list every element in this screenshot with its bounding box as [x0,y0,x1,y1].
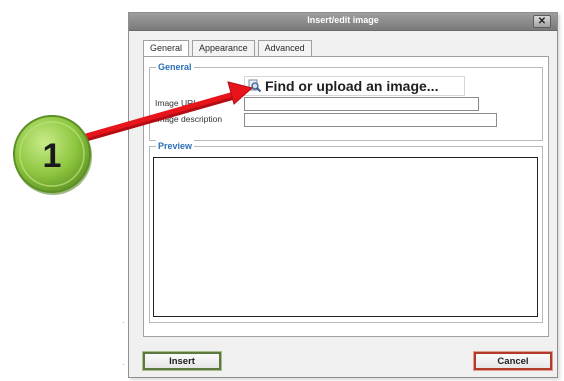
insert-button[interactable]: Insert [142,351,222,371]
dialog-titlebar[interactable]: Insert/edit image ✕ [129,13,557,31]
cancel-button[interactable]: Cancel [473,351,553,371]
image-preview-area [153,157,538,317]
image-url-label: Image URL [155,98,198,108]
image-description-label: Image description [155,114,223,124]
step-marker: 1 [13,115,92,195]
tab-advanced[interactable]: Advanced [257,40,312,56]
edge-mark: · [122,360,125,369]
tab-general[interactable]: General [143,40,190,57]
find-upload-image-button[interactable]: Find or upload an image... [244,76,465,96]
general-fieldset: General Find or upload an image... Image… [149,61,543,141]
search-icon [248,79,262,93]
tab-bar: General Appearance Advanced [143,40,312,57]
close-button[interactable]: ✕ [533,15,551,28]
edge-mark: · [122,318,125,327]
find-upload-label: Find or upload an image... [265,78,439,94]
general-tab-panel: General Find or upload an image... Image… [143,56,549,337]
screenshot-stage: · · Insert/edit image ✕ General Appearan… [0,0,564,381]
image-url-input[interactable] [244,97,479,111]
dialog-title: Insert/edit image [307,15,379,25]
insert-edit-image-dialog: Insert/edit image ✕ General Appearance A… [128,12,558,378]
preview-legend: Preview [156,140,195,152]
image-description-input[interactable] [244,113,497,127]
close-icon: ✕ [537,16,547,27]
preview-fieldset: Preview [149,140,543,323]
step-number: 1 [43,137,62,175]
tab-appearance[interactable]: Appearance [192,40,255,56]
general-legend: General [156,61,194,73]
